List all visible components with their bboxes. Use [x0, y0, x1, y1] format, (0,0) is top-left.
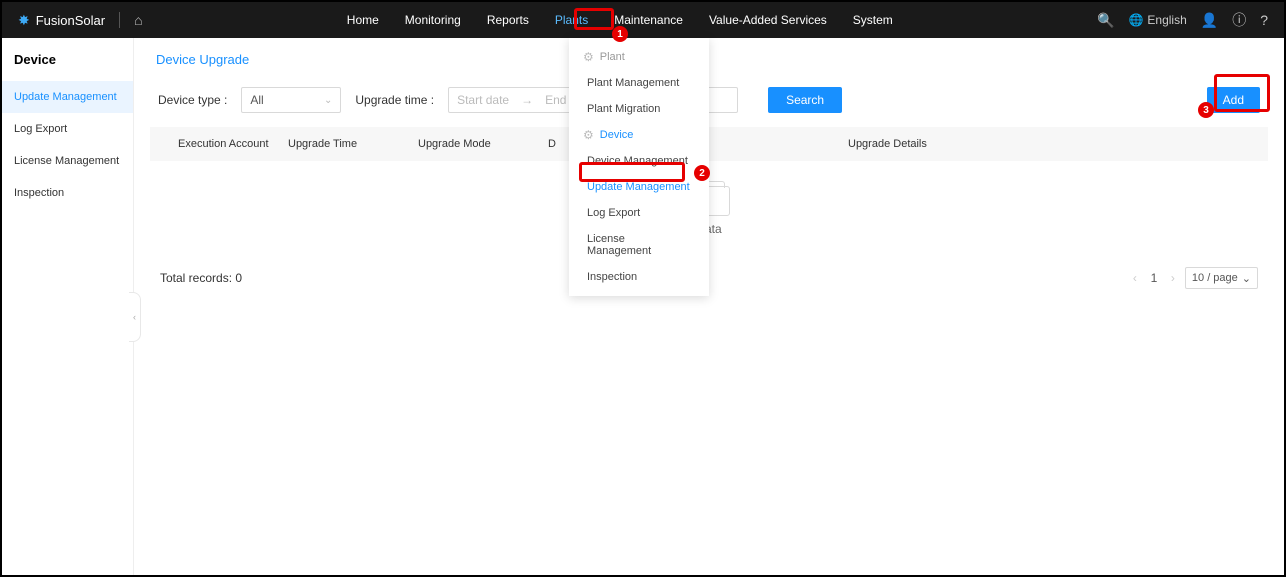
user-icon[interactable]: 👤	[1201, 12, 1218, 29]
dropdown-device-management[interactable]: Device Management	[569, 148, 709, 174]
total-records-value: 0	[235, 271, 242, 285]
nav-plants[interactable]: Plants	[553, 9, 590, 31]
dropdown-inspection[interactable]: Inspection	[569, 264, 709, 290]
search-icon[interactable]: 🔍	[1097, 12, 1114, 29]
callout-badge-2: 2	[694, 165, 710, 181]
table-footer: Total records: 0 ‹ 1 › 10 / page ⌄	[150, 261, 1268, 295]
table-header: Execution Account Upgrade Time Upgrade M…	[150, 127, 1268, 161]
sidebar-item-license-management[interactable]: License Management	[2, 145, 133, 177]
page-size-value: 10 / page	[1192, 272, 1238, 284]
col-upgrade-details: Upgrade Details	[848, 138, 1048, 150]
dropdown-log-export[interactable]: Log Export	[569, 200, 709, 226]
language-label: English	[1147, 13, 1186, 27]
nav-system[interactable]: System	[851, 9, 895, 31]
top-bar: ✸ FusionSolar ⌂ Home Monitoring Reports …	[2, 2, 1284, 38]
col-upgrade-mode: Upgrade Mode	[418, 138, 548, 150]
nav-vas[interactable]: Value-Added Services	[707, 9, 829, 31]
dropdown-plant-management[interactable]: Plant Management	[569, 70, 709, 96]
search-button[interactable]: Search	[768, 87, 842, 113]
nav-home[interactable]: Home	[345, 9, 381, 31]
sidebar-item-update-management[interactable]: Update Management	[2, 81, 133, 113]
page-next[interactable]: ›	[1171, 271, 1175, 285]
sidebar-item-log-export[interactable]: Log Export	[2, 113, 133, 145]
add-button[interactable]: Add	[1207, 87, 1260, 113]
arrow-right-icon: →	[521, 93, 533, 107]
dropdown-device-label: Device	[600, 129, 634, 141]
callout-badge-1: 1	[612, 26, 628, 42]
total-records-label: Total records:	[160, 271, 232, 285]
info-icon[interactable]: ⓘ	[1232, 10, 1246, 30]
home-icon[interactable]: ⌂	[134, 12, 142, 28]
page-title: Device Upgrade	[156, 52, 1268, 67]
page-prev[interactable]: ‹	[1133, 271, 1137, 285]
chevron-down-icon: ⌄	[324, 95, 332, 106]
nav-monitoring[interactable]: Monitoring	[403, 9, 463, 31]
page-number: 1	[1147, 271, 1161, 285]
sidebar-title: Device	[2, 38, 133, 81]
help-icon[interactable]: ?	[1260, 12, 1268, 28]
dropdown-plant-label: Plant	[600, 51, 625, 63]
divider	[119, 12, 120, 28]
col-execution-account: Execution Account	[178, 138, 288, 150]
plants-dropdown: ⚙Plant Plant Management Plant Migration …	[569, 38, 709, 296]
gear-icon: ⚙	[583, 128, 594, 142]
sidebar: Device Update Management Log Export Lice…	[2, 38, 134, 575]
dropdown-license-management[interactable]: License Management	[569, 226, 709, 264]
nav-reports[interactable]: Reports	[485, 9, 531, 31]
dropdown-section-device: ⚙ Device	[569, 122, 709, 148]
chevron-down-icon: ⌄	[1242, 272, 1251, 285]
dropdown-section-plant: ⚙ Plant	[569, 44, 709, 70]
globe-icon: 🌐	[1128, 13, 1143, 27]
topbar-right: 🔍 🌐 English 👤 ⓘ ?	[1097, 10, 1268, 30]
sidebar-item-inspection[interactable]: Inspection	[2, 177, 133, 209]
main-content: Device Upgrade Device type : All ⌄ Upgra…	[134, 38, 1284, 575]
table: Execution Account Upgrade Time Upgrade M…	[150, 127, 1268, 261]
dropdown-plant-migration[interactable]: Plant Migration	[569, 96, 709, 122]
logo-area: ✸ FusionSolar	[18, 12, 105, 29]
start-date-placeholder: Start date	[457, 93, 509, 107]
callout-badge-3: 3	[1198, 102, 1214, 118]
filter-bar: Device type : All ⌄ Upgrade time : Start…	[150, 81, 1268, 119]
upgrade-time-label: Upgrade time :	[355, 93, 434, 107]
page-size-select[interactable]: 10 / page ⌄	[1185, 267, 1258, 289]
col-upgrade-time: Upgrade Time	[288, 138, 418, 150]
dropdown-update-management[interactable]: Update Management	[569, 174, 709, 200]
device-type-select[interactable]: All ⌄	[241, 87, 341, 113]
language-switch[interactable]: 🌐 English	[1128, 13, 1186, 27]
device-type-label: Device type :	[158, 93, 227, 107]
brand-name: FusionSolar	[36, 13, 105, 28]
device-type-value: All	[250, 93, 263, 107]
gear-icon: ⚙	[583, 50, 594, 64]
logo-icon: ✸	[18, 12, 30, 29]
